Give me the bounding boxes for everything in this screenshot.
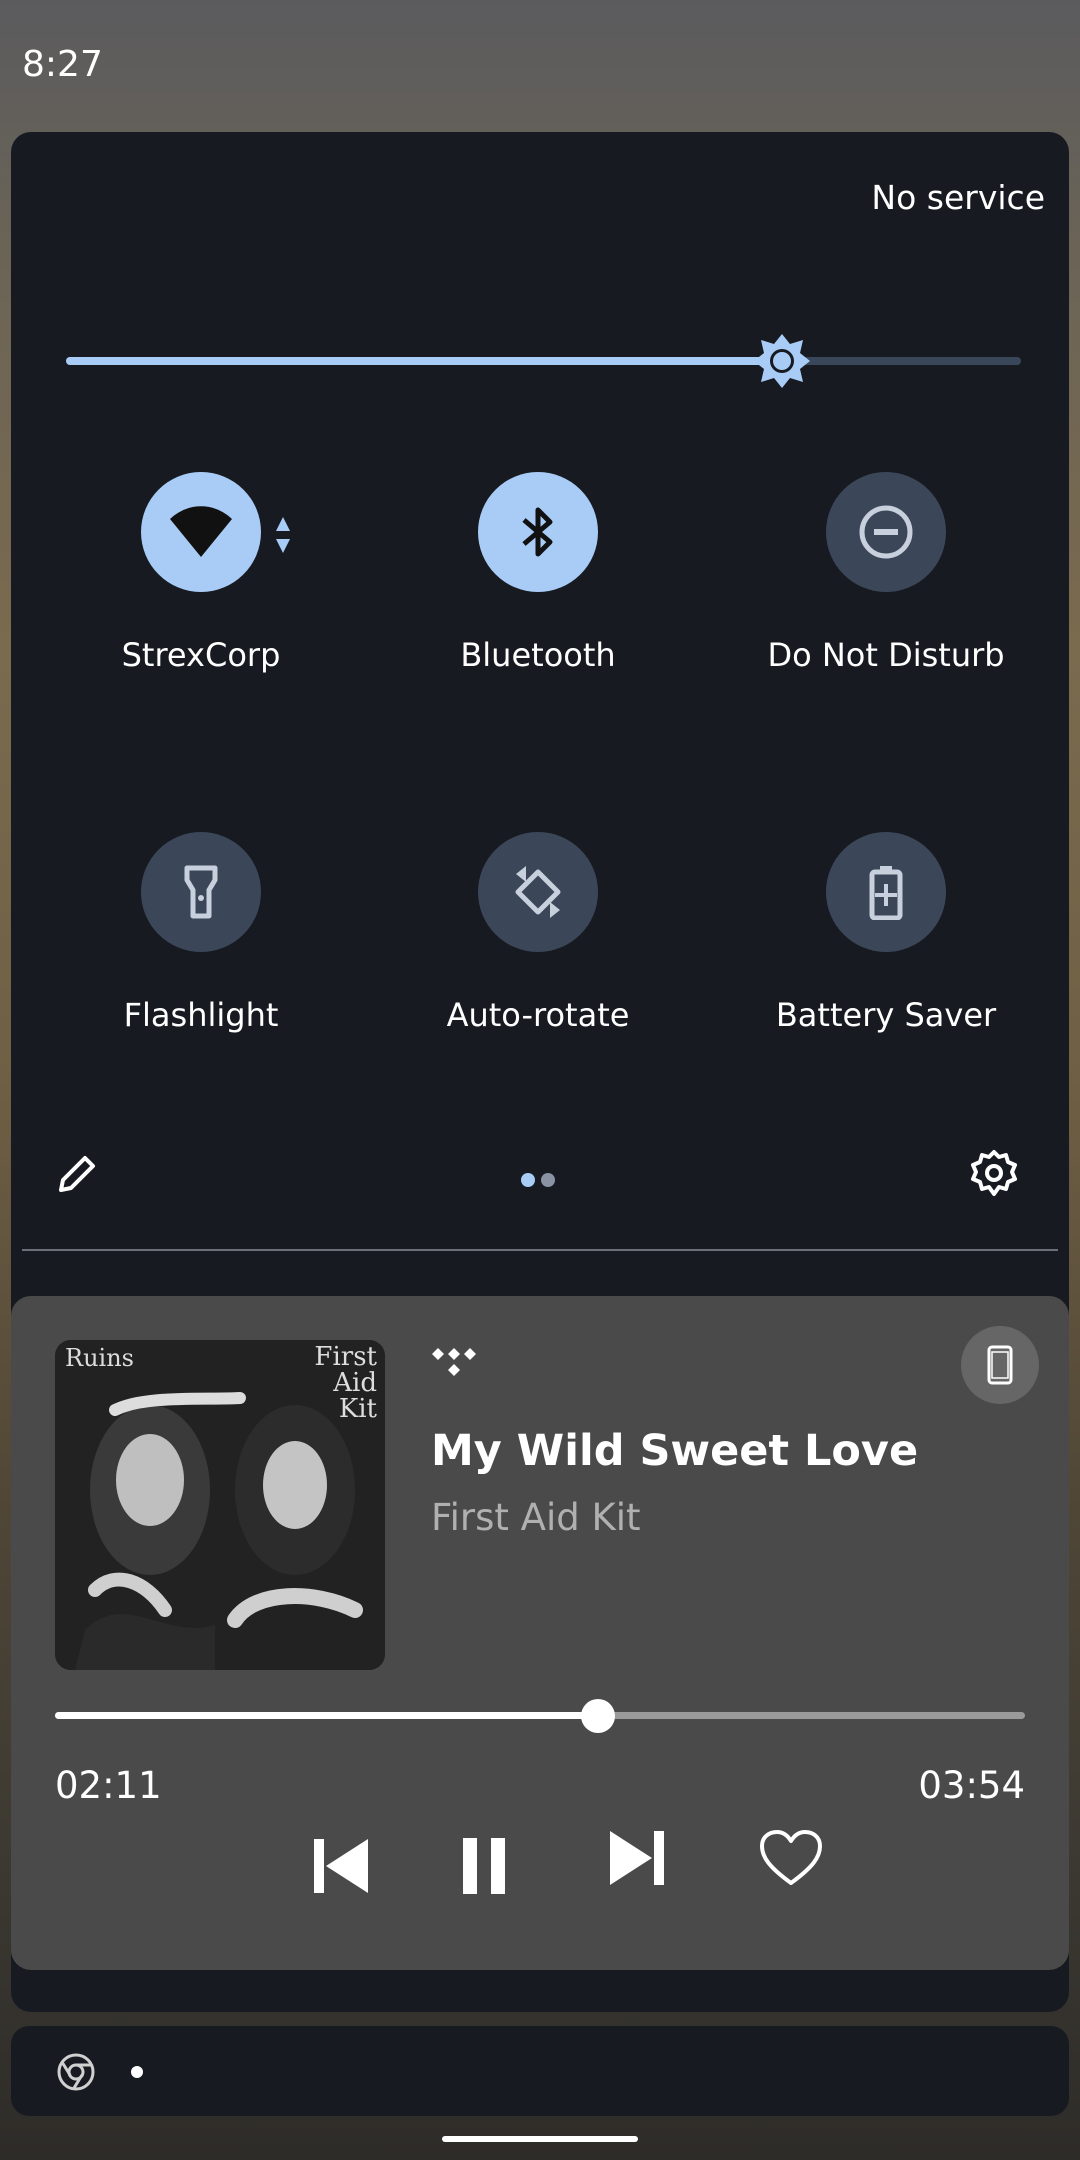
brightness-track-fill [66, 357, 783, 365]
auto-rotate-icon [515, 866, 561, 918]
data-activity-icon [276, 517, 290, 553]
status-bar: 8:27 [0, 0, 1080, 132]
auto-rotate-toggle[interactable] [478, 832, 598, 952]
home-gesture-bar[interactable] [442, 2136, 638, 2142]
notification-bar[interactable] [11, 2026, 1069, 2116]
song-title: My Wild Sweet Love [431, 1426, 919, 1476]
pause-button[interactable] [444, 1826, 524, 1906]
skip-next-icon [610, 1831, 664, 1885]
total-time: 03:54 [918, 1764, 1025, 1807]
media-player-card[interactable]: Ruins First Aid Kit My Wild Sweet Love F… [11, 1296, 1069, 1970]
seek-bar[interactable] [55, 1696, 1025, 1736]
edit-icon[interactable] [55, 1152, 99, 1196]
flashlight-toggle[interactable] [141, 832, 261, 952]
tile-auto-rotate[interactable]: Auto-rotate [373, 832, 703, 1072]
tile-do-not-disturb[interactable]: Do Not Disturb [721, 472, 1051, 712]
seek-track-fill [55, 1712, 599, 1719]
page-dot [521, 1173, 535, 1187]
tile-flashlight[interactable]: Flashlight [36, 832, 366, 1072]
like-button[interactable] [751, 1818, 831, 1898]
settings-icon[interactable] [969, 1148, 1019, 1198]
quick-settings-panel: No service StrexCorp Bluetooth Do Not Di… [11, 132, 1069, 2012]
notification-dot [131, 2066, 143, 2078]
previous-button[interactable] [301, 1826, 381, 1906]
status-clock: 8:27 [22, 44, 103, 85]
brightness-icon[interactable] [753, 332, 811, 390]
tidal-icon [432, 1348, 476, 1376]
output-device-button[interactable] [961, 1326, 1039, 1404]
phone-icon [987, 1345, 1013, 1385]
album-art-text: First Aid Kit [314, 1342, 377, 1424]
tile-label: Flashlight [123, 996, 279, 1034]
divider [22, 1249, 1058, 1251]
tile-wifi[interactable]: StrexCorp [36, 472, 366, 712]
flashlight-icon [184, 865, 218, 919]
next-button[interactable] [597, 1818, 677, 1898]
bluetooth-toggle[interactable] [478, 472, 598, 592]
brightness-slider[interactable] [66, 332, 1021, 392]
tile-label: Bluetooth [460, 636, 616, 674]
dnd-toggle[interactable] [826, 472, 946, 592]
page-indicator [521, 1172, 581, 1187]
page-dot [541, 1173, 555, 1187]
heart-icon [760, 1830, 822, 1885]
tile-battery-saver[interactable]: Battery Saver [721, 832, 1051, 1072]
album-art[interactable]: Ruins First Aid Kit [55, 1340, 385, 1670]
do-not-disturb-icon [859, 505, 913, 559]
skip-previous-icon [314, 1839, 368, 1893]
album-art-text: Ruins [65, 1344, 134, 1372]
battery-saver-toggle[interactable] [826, 832, 946, 952]
tile-label: Auto-rotate [446, 996, 630, 1034]
carrier-status: No service [871, 178, 1045, 217]
song-artist: First Aid Kit [431, 1496, 641, 1539]
seek-thumb[interactable] [581, 1699, 616, 1733]
elapsed-time: 02:11 [55, 1764, 162, 1807]
tile-label: Battery Saver [775, 996, 997, 1034]
chrome-icon [57, 2053, 95, 2091]
wifi-icon [170, 506, 232, 557]
tile-label: StrexCorp [121, 636, 281, 674]
tile-bluetooth[interactable]: Bluetooth [373, 472, 703, 712]
bluetooth-icon [522, 507, 553, 557]
pause-icon [463, 1838, 505, 1894]
battery-saver-icon [869, 866, 903, 920]
tile-label: Do Not Disturb [767, 636, 1005, 674]
wifi-toggle[interactable] [141, 472, 261, 592]
